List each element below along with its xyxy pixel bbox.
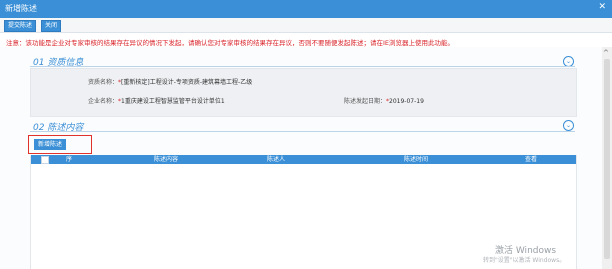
column-header-view: 查看 [524, 156, 537, 163]
table-header: 序 陈述内容 陈述人 陈述时间 查看 [31, 155, 576, 164]
vertical-scrollbar[interactable]: ^ [602, 47, 612, 269]
warning-notice: 注意：该功能是企业对专家审核的结果存在异议的情况下发起，请确认您对专家审核的结果… [6, 39, 455, 47]
select-all-checkbox[interactable] [41, 156, 49, 164]
statement-date-row: 陈述发起日期：*2019-07-19 [344, 96, 424, 105]
collapse-section-icon[interactable]: ⌄ [563, 120, 574, 131]
scrollbar-thumb[interactable] [604, 59, 610, 259]
dialog-titlebar: 新增陈述 ✕ [0, 0, 612, 18]
column-header-index: 序 [65, 156, 72, 163]
close-icon[interactable]: ✕ [598, 2, 606, 12]
qualification-name-row: 资质名称：*[重新核定]工程设计-专项资质-建筑幕墙工程-乙级 [88, 77, 252, 86]
column-header-person: 陈述人 [266, 156, 285, 163]
add-statement-highlight: 新增陈述 [28, 135, 92, 154]
field-label: 资质名称： [88, 79, 119, 86]
section-divider [30, 66, 575, 67]
close-button[interactable]: 关闭 [41, 20, 62, 32]
company-name-row: 企业名称：*1重庆建设工程智慧监管平台设计单位1 [88, 96, 225, 105]
column-header-time: 陈述时间 [403, 156, 428, 163]
activation-watermark-hint: 转到"设置"以激活 Windows。 [483, 257, 566, 264]
qualification-info-panel [30, 68, 577, 117]
company-name-value: 1重庆建设工程智慧监管平台设计单位1 [121, 98, 225, 105]
scroll-up-icon[interactable]: ^ [603, 49, 609, 57]
field-label: 企业名称： [88, 98, 119, 105]
add-statement-button[interactable]: 新增陈述 [34, 139, 67, 150]
submit-statement-button[interactable]: 提交陈述 [4, 20, 37, 32]
statement-date-value: 2019-07-19 [389, 98, 424, 105]
section-divider [30, 131, 575, 132]
qualification-name-value: [重新核定]工程设计-专项资质-建筑幕墙工程-乙级 [121, 79, 253, 86]
toolbar: 提交陈述 关闭 [0, 18, 612, 33]
dialog-title: 新增陈述 [5, 4, 37, 13]
field-label: 陈述发起日期： [344, 98, 387, 105]
